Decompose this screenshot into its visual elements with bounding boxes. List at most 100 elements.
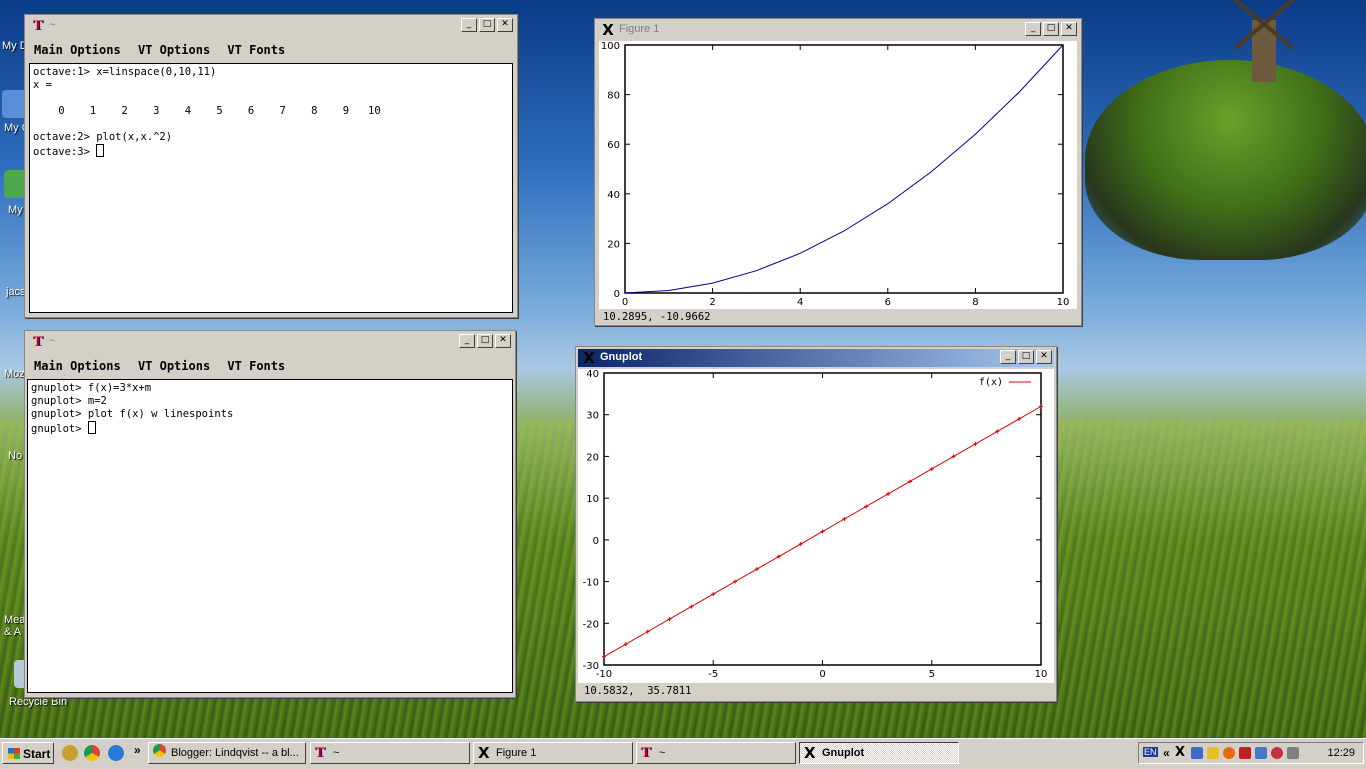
update-tray-icon[interactable] (1223, 747, 1235, 759)
task-button-gnuplot[interactable]: X Gnuplot (799, 742, 959, 764)
terminal-prompt: octave:3> (33, 146, 97, 158)
close-button[interactable]: ✕ (1061, 22, 1077, 36)
data-point (667, 617, 672, 622)
x-tick-label: -5 (708, 669, 718, 680)
cursor-coordinates: 10.2895, -10.9662 (603, 311, 711, 323)
plot-canvas[interactable]: -10 -5 0 5 10 -30 -20 -10 0 10 20 30 40 f(x) (578, 369, 1054, 683)
network-tray-icon[interactable] (1191, 747, 1203, 759)
plot-canvas[interactable]: 0 2 4 6 8 10 0 20 40 60 80 100 (599, 41, 1077, 309)
menu-vt-options[interactable]: VT Options (133, 355, 215, 373)
y-tick-label: 80 (607, 91, 620, 102)
gnuplot-terminal-window: T ~ _ □ ✕ Main Options VT Options VT Fon… (24, 330, 516, 698)
security-shield-icon[interactable] (1207, 747, 1219, 759)
menu-main-options[interactable]: Main Options (29, 355, 126, 373)
maximize-button[interactable]: □ (479, 18, 495, 32)
clock[interactable]: 12:29 (1327, 747, 1355, 759)
y-tick-label: 0 (614, 289, 620, 300)
minimize-button[interactable]: _ (459, 334, 475, 348)
window-title: Figure 1 (619, 23, 660, 35)
x-icon: X (583, 349, 595, 367)
y-tick-label: -30 (583, 661, 599, 672)
data-point (776, 554, 781, 559)
maximize-button[interactable]: □ (1018, 350, 1034, 364)
y-tick-label: -20 (583, 619, 599, 630)
terminal-icon: T (315, 745, 326, 761)
menu-vt-fonts[interactable]: VT Fonts (222, 39, 290, 57)
tray-app-icon[interactable] (1287, 747, 1299, 759)
window-title: ~ (49, 335, 56, 347)
volume-icon[interactable] (1255, 747, 1267, 759)
y-tick-label: 40 (607, 190, 620, 201)
desktop-label: My (8, 204, 23, 216)
terminal-prompt: gnuplot> (31, 423, 88, 435)
y-tick-label: 0 (593, 536, 599, 547)
y-tick-label: 30 (586, 411, 599, 422)
terminal-output[interactable]: gnuplot> f(x)=3*x+m gnuplot> m=2 gnuplot… (27, 379, 513, 693)
y-tick-label: 100 (601, 41, 620, 52)
minimize-button[interactable]: _ (1025, 22, 1041, 36)
y-tick-label: 20 (607, 239, 620, 250)
start-label: Start (23, 747, 51, 761)
quicklaunch-chevron[interactable]: » (134, 743, 141, 757)
x-tick-label: 0 (622, 297, 628, 308)
data-point (733, 579, 738, 584)
maximize-button[interactable]: □ (1043, 22, 1059, 36)
x-icon: X (478, 744, 490, 762)
desktop-wallpaper-island (1085, 60, 1366, 260)
x-tick-label: 8 (972, 297, 978, 308)
data-point (754, 567, 759, 572)
windows-logo-icon (8, 748, 20, 759)
task-button-octave-terminal[interactable]: T ~ (310, 742, 470, 764)
menu-vt-fonts[interactable]: VT Fonts (222, 355, 290, 373)
task-button-blogger[interactable]: Blogger: Lindqvist -- a bl... (148, 742, 306, 764)
language-indicator[interactable]: EN (1143, 747, 1158, 757)
x-tick-label: 10 (1057, 297, 1070, 308)
title-bar[interactable]: X Figure 1 _ □ ✕ (597, 21, 1079, 39)
chrome-icon[interactable] (84, 745, 100, 761)
terminal-line: octave:1> x=linspace(0,10,11) (33, 66, 217, 78)
minimize-button[interactable]: _ (461, 18, 477, 32)
text-cursor (87, 421, 96, 434)
menu-main-options[interactable]: Main Options (29, 39, 126, 57)
quicklaunch-app-icon[interactable] (62, 745, 78, 761)
close-button[interactable]: ✕ (1036, 350, 1052, 364)
plot-frame (624, 44, 1064, 294)
title-bar[interactable]: T ~ _ □ ✕ (27, 333, 513, 351)
task-label: Gnuplot (822, 747, 865, 759)
internet-explorer-icon[interactable] (108, 745, 124, 761)
tray-app-icon[interactable] (1271, 747, 1283, 759)
antivirus-tray-icon[interactable] (1239, 747, 1251, 759)
close-button[interactable]: ✕ (497, 18, 513, 32)
x-tick-label: 5 (929, 669, 935, 680)
menu-bar: Main Options VT Options VT Fonts (29, 355, 511, 377)
title-bar[interactable]: X Gnuplot _ □ ✕ (578, 349, 1054, 367)
desktop-label: Mea (4, 614, 26, 626)
gnuplot-window: X Gnuplot _ □ ✕ -10 -5 0 5 10 -30 -20 -10 0 10 20 3… (575, 346, 1057, 702)
data-point (1017, 416, 1022, 421)
terminal-output[interactable]: octave:1> x=linspace(0,10,11) x = 0 1 2 … (29, 63, 513, 313)
task-button-gnuplot-terminal[interactable]: T ~ (636, 742, 796, 764)
start-button[interactable]: Start (2, 742, 54, 764)
data-point (842, 517, 847, 521)
title-bar[interactable]: T ~ _ □ ✕ (27, 17, 515, 35)
x-server-tray-icon[interactable]: X (1175, 746, 1187, 759)
menu-vt-options[interactable]: VT Options (133, 39, 215, 57)
minimize-button[interactable]: _ (1000, 350, 1016, 364)
figure1-window: X Figure 1 _ □ ✕ 0 2 4 6 8 10 0 20 40 60 80 100 10.… (594, 18, 1082, 326)
task-button-figure1[interactable]: X Figure 1 (473, 742, 633, 764)
data-point (623, 642, 628, 647)
taskbar: Start » Blogger: Lindqvist -- a bl... T … (0, 738, 1366, 769)
x-icon: X (602, 21, 614, 39)
cursor-coordinates: 10.5832, 35.7811 (584, 685, 692, 697)
window-title: Gnuplot (600, 351, 643, 363)
maximize-button[interactable]: □ (477, 334, 493, 348)
x-icon: X (804, 744, 816, 762)
chart: 0 2 4 6 8 10020406080100 (601, 41, 1070, 308)
terminal-line: gnuplot> m=2 (31, 395, 107, 407)
data-point (973, 441, 978, 446)
tray-expand-chevron[interactable]: « (1163, 746, 1170, 760)
menu-bar: Main Options VT Options VT Fonts (29, 39, 513, 61)
terminal-line: gnuplot> f(x)=3*x+m (31, 382, 152, 394)
close-button[interactable]: ✕ (495, 334, 511, 348)
